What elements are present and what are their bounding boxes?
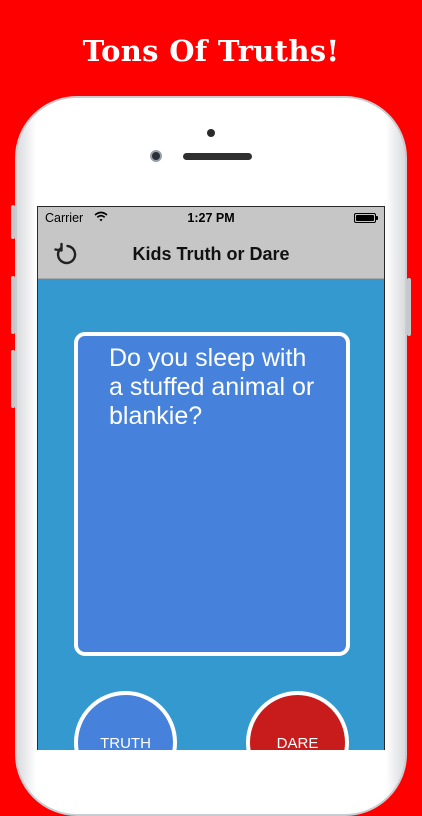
page-title: Kids Truth or Dare [132,244,290,264]
phone-volume-down-button [11,350,15,408]
phone-volume-up-button [11,276,15,334]
truth-button-label: TRUTH [100,735,151,750]
phone-mute-switch [11,205,15,239]
truth-button[interactable]: TRUTH [74,691,177,750]
dare-button[interactable]: DARE [246,691,349,750]
status-time: 1:27 PM [187,211,235,225]
navigation-bar: Kids Truth or Dare [38,229,384,279]
dare-button-label: DARE [276,735,319,750]
proximity-sensor [207,129,215,137]
phone-power-button [407,278,411,336]
phone-screen: Carrier 1:27 PM Kids Truth or Dare Do yo… [37,206,385,750]
battery-icon [354,213,378,223]
question-card: Do you sleep with a stuffed animal or bl… [74,332,350,656]
front-camera-icon [150,150,162,162]
question-text: Do you sleep with a stuffed animal or bl… [109,344,315,430]
status-bar: Carrier 1:27 PM [38,207,384,229]
earpiece-speaker [183,153,252,160]
promo-headline: Tons Of Truths! [82,34,340,68]
